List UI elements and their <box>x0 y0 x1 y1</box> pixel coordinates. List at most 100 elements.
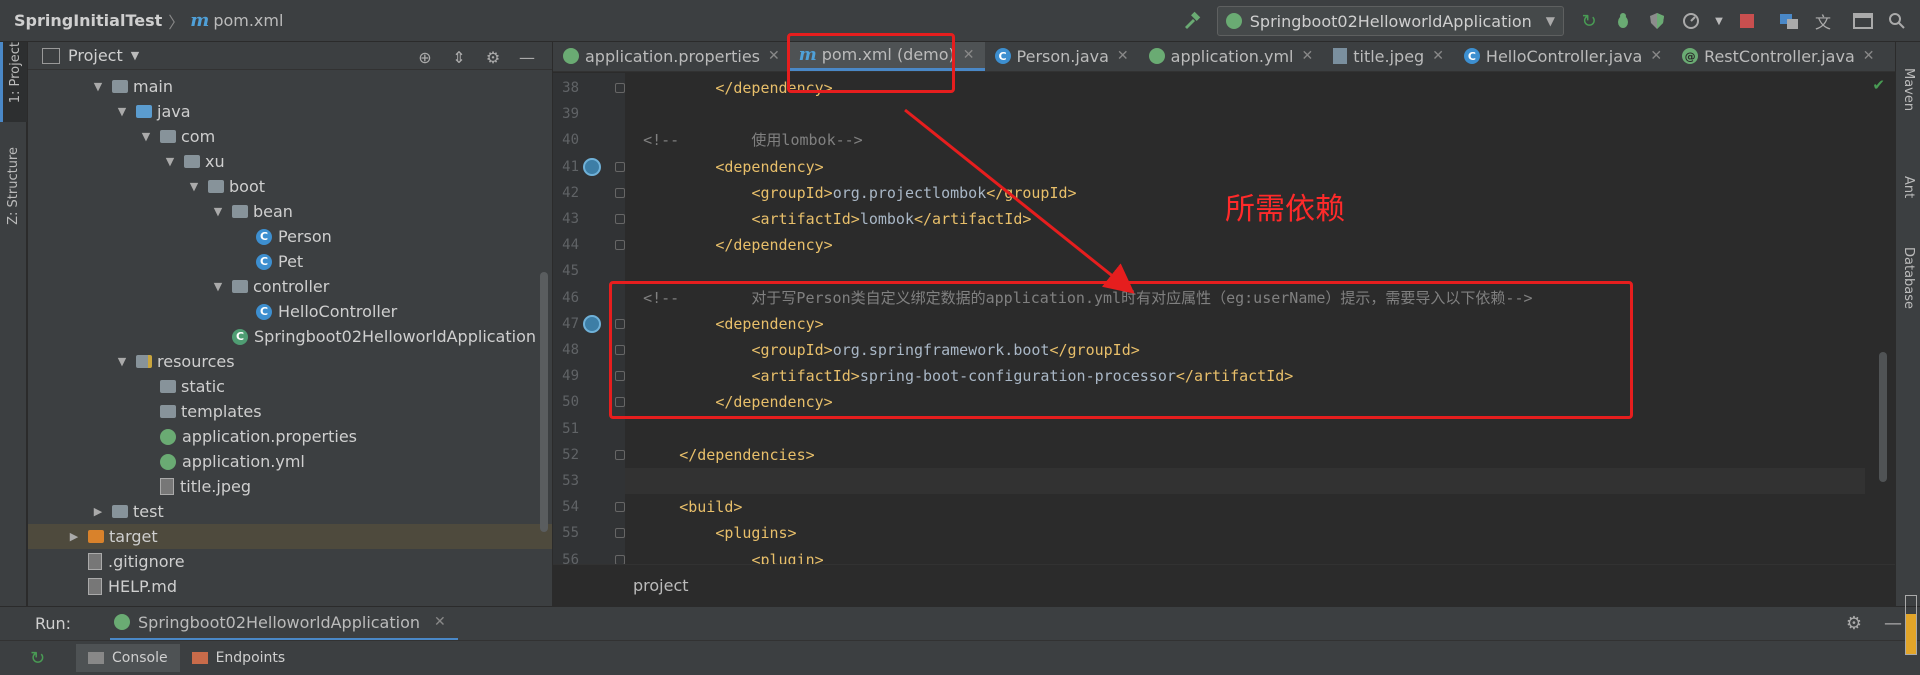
fold-marker-icon[interactable] <box>615 502 625 513</box>
tree-item-person[interactable]: C Person <box>28 224 552 249</box>
tree-item-application-yml[interactable]: application.yml <box>28 449 552 474</box>
tree-item-gitignore[interactable]: .gitignore <box>28 549 552 574</box>
minimize-icon[interactable]: — <box>1884 613 1902 634</box>
translate-icon[interactable]: 文 <box>1812 10 1834 32</box>
tool-window-project-tab[interactable]: 1: Project <box>0 42 27 122</box>
editor-tab-title-jpeg[interactable]: title.jpeg ✕ <box>1323 42 1454 71</box>
inspection-ok-icon[interactable]: ✔ <box>1872 76 1885 94</box>
expand-arrow-icon[interactable]: ▼ <box>210 205 226 218</box>
fold-marker-icon[interactable] <box>615 449 625 460</box>
editor-breadcrumb-label[interactable]: project <box>633 576 689 595</box>
xml-tag: <build> <box>679 498 743 517</box>
fold-marker-icon[interactable] <box>615 187 625 198</box>
ant-tab[interactable]: Ant <box>1896 176 1920 198</box>
collapse-all-icon[interactable]: ⇕ <box>448 46 470 68</box>
expand-arrow-icon[interactable]: ▼ <box>114 105 130 118</box>
tree-item-test[interactable]: ▶ test <box>28 499 552 524</box>
expand-arrow-icon[interactable]: ▼ <box>138 130 154 143</box>
close-icon[interactable]: ✕ <box>768 48 780 64</box>
editor-tab-application-yml[interactable]: application.yml ✕ <box>1139 42 1324 71</box>
database-tab[interactable]: Database <box>1896 247 1920 309</box>
close-icon[interactable]: ✕ <box>1117 48 1129 64</box>
expand-arrow-icon[interactable]: ▼ <box>114 355 130 368</box>
dependency-gutter-icon[interactable] <box>583 314 601 333</box>
chevron-down-icon[interactable]: ▼ <box>131 49 139 62</box>
breadcrumb-project[interactable]: SpringInitialTest <box>14 11 162 30</box>
search-icon[interactable] <box>1886 10 1908 32</box>
tree-item-templates[interactable]: templates <box>28 399 552 424</box>
tree-item-label: HELP.md <box>108 577 178 596</box>
tree-item-java[interactable]: ▼ java <box>28 99 552 124</box>
tree-item-resources[interactable]: ▼ resources <box>28 349 552 374</box>
fold-marker-icon[interactable] <box>615 214 625 224</box>
collapse-arrow-icon[interactable]: ▶ <box>66 530 82 543</box>
fold-marker-icon[interactable] <box>615 83 625 93</box>
tree-item-boot[interactable]: ▼ boot <box>28 174 552 199</box>
rerun-icon[interactable]: ↻ <box>1578 10 1600 32</box>
coverage-shield-icon[interactable] <box>1646 10 1668 32</box>
tree-item-help-md[interactable]: HELP.md <box>28 574 552 599</box>
project-panel-title[interactable]: Project <box>68 46 123 65</box>
editor-tab-application-properties[interactable]: application.properties ✕ <box>553 42 790 71</box>
run-configuration-select[interactable]: Springboot02HelloworldApplication ▼ <box>1216 6 1564 36</box>
tree-item-main[interactable]: ▼ main <box>28 74 552 99</box>
gear-icon[interactable]: ⚙ <box>1846 613 1862 634</box>
build-hammer-icon[interactable] <box>1181 10 1203 32</box>
editor-tab-hellocontroller-java[interactable]: C HelloController.java ✕ <box>1454 42 1672 71</box>
breadcrumb-file[interactable]: pom.xml <box>213 11 283 30</box>
stop-icon[interactable] <box>1736 10 1758 32</box>
close-icon[interactable]: ✕ <box>1432 48 1444 64</box>
tree-item-static[interactable]: static <box>28 374 552 399</box>
tree-item-xu[interactable]: ▼ xu <box>28 149 552 174</box>
project-scrollbar[interactable] <box>540 272 548 532</box>
memory-indicator[interactable] <box>1905 595 1917 655</box>
editor-scrollbar[interactable] <box>1879 352 1887 482</box>
debug-bug-icon[interactable] <box>1612 10 1634 32</box>
line-number: 43 <box>562 211 579 227</box>
tool-window-structure-tab[interactable]: Z: Structure <box>0 147 27 257</box>
tree-item-controller[interactable]: ▼ controller <box>28 274 552 299</box>
run-config-tab[interactable]: Springboot02HelloworldApplication ✕ <box>110 607 458 641</box>
dependency-gutter-icon[interactable] <box>583 157 601 176</box>
close-icon[interactable]: ✕ <box>434 614 446 630</box>
tree-item-com[interactable]: ▼ com <box>28 124 552 149</box>
tree-item-application-properties[interactable]: application.properties <box>28 424 552 449</box>
editor-breadcrumb[interactable]: project <box>553 564 1895 606</box>
rerun-icon[interactable]: ↻ <box>30 648 56 669</box>
gear-icon[interactable]: ⚙ <box>482 46 504 68</box>
presentation-icon[interactable] <box>1852 10 1874 32</box>
spring-leaf-icon <box>1225 13 1242 29</box>
tree-item-target[interactable]: ▶ target <box>28 524 552 549</box>
project-structure-icon[interactable] <box>1778 10 1800 32</box>
tree-item-springboot02helloworldapplication[interactable]: C Springboot02HelloworldApplication <box>28 324 552 349</box>
editor-tab-person-java[interactable]: C Person.java ✕ <box>985 42 1139 71</box>
tree-item-hellocontroller[interactable]: C HelloController <box>28 299 552 324</box>
profiler-icon[interactable] <box>1680 10 1702 32</box>
collapse-arrow-icon[interactable]: ▶ <box>90 505 106 518</box>
expand-arrow-icon[interactable]: ▼ <box>210 280 226 293</box>
fold-marker-icon[interactable] <box>615 528 625 539</box>
console-tab[interactable]: Console <box>76 644 180 672</box>
editor-tab-restcontroller-java[interactable]: @ RestController.java ✕ <box>1672 42 1884 71</box>
tree-item-pet[interactable]: C Pet <box>28 249 552 274</box>
locate-target-icon[interactable]: ⊕ <box>414 46 436 68</box>
minimize-icon[interactable]: — <box>516 46 538 68</box>
tree-item-title-jpeg[interactable]: title.jpeg <box>28 474 552 499</box>
fold-marker-icon[interactable] <box>615 161 625 172</box>
line-number: 45 <box>562 263 579 280</box>
expand-arrow-icon[interactable]: ▼ <box>162 155 178 168</box>
expand-arrow-icon[interactable]: ▼ <box>186 180 202 193</box>
chevron-down-icon[interactable]: ▼ <box>1714 10 1724 32</box>
close-icon[interactable]: ✕ <box>1863 48 1875 64</box>
close-icon[interactable]: ✕ <box>963 47 975 63</box>
tree-item-bean[interactable]: ▼ bean <box>28 199 552 224</box>
expand-arrow-icon[interactable]: ▼ <box>90 80 106 93</box>
close-icon[interactable]: ✕ <box>1650 48 1662 64</box>
fold-marker-icon[interactable] <box>615 240 625 251</box>
close-icon[interactable]: ✕ <box>1301 48 1313 64</box>
maven-tab[interactable]: Maven <box>1896 68 1920 111</box>
endpoints-tab[interactable]: Endpoints <box>180 644 298 672</box>
editor-tab-p[interactable]: CP <box>1885 42 1895 71</box>
